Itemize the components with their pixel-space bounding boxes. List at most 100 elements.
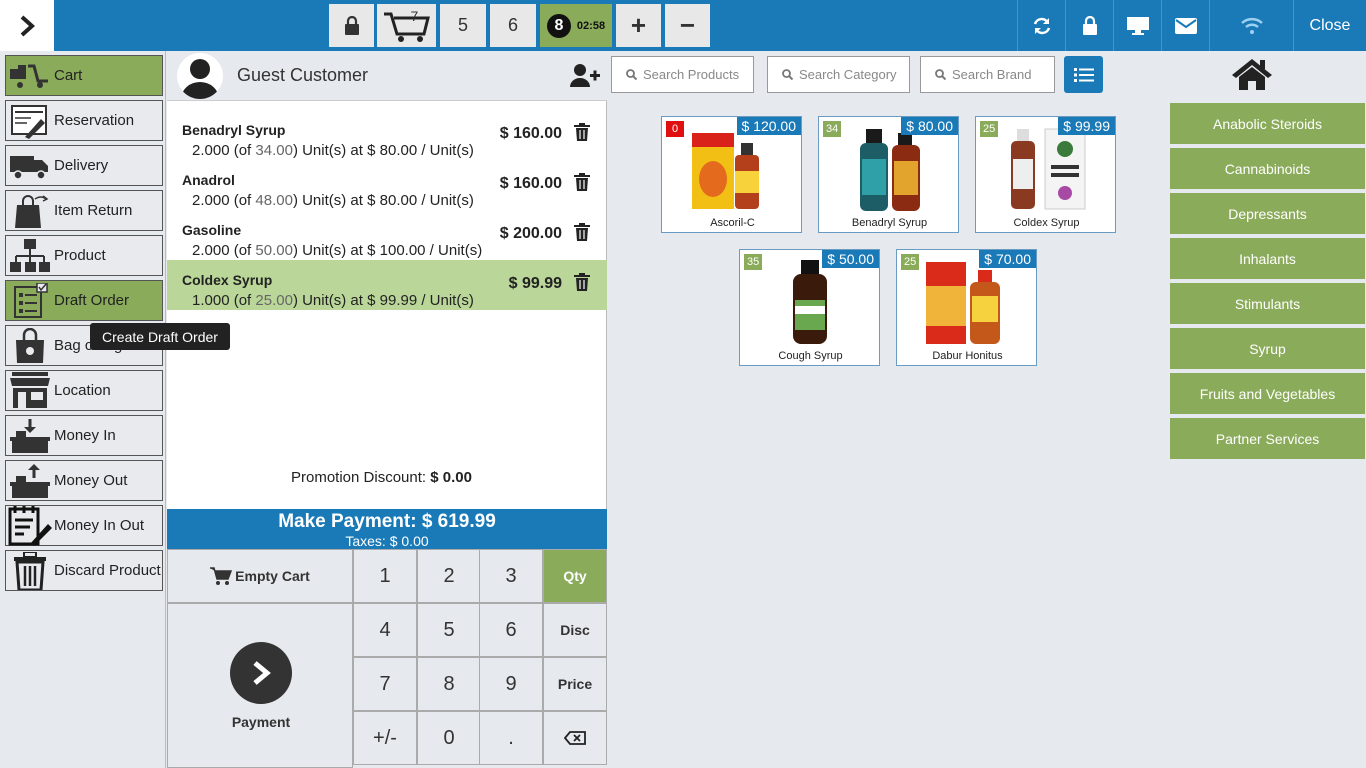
sidebar-item-draft-order[interactable]: Draft Order	[5, 280, 163, 321]
category-stimulants[interactable]: Stimulants	[1170, 283, 1365, 325]
sidebar-item-money-in-out[interactable]: Money In Out	[5, 505, 163, 546]
empty-cart-button[interactable]: Empty Cart	[167, 549, 353, 603]
ticket-8-button[interactable]: 8 02:58	[540, 4, 612, 47]
key-7[interactable]: 7	[353, 657, 417, 711]
category-fruits-and-vegetables[interactable]: Fruits and Vegetables	[1170, 373, 1365, 415]
key-6[interactable]: 6	[479, 603, 543, 657]
payment-button[interactable]: Payment	[167, 603, 353, 768]
search-brand-input[interactable]: Search Brand	[920, 56, 1055, 93]
cart-panel: Guest Customer Benadryl Syrup 2.000 (of …	[167, 51, 607, 768]
product-image	[692, 133, 759, 209]
sidebar-item-discard-product[interactable]: Discard Product	[5, 550, 163, 591]
make-payment-bar[interactable]: Make Payment: $ 619.99 Taxes: $ 0.00	[167, 509, 607, 549]
cart-line[interactable]: Gasoline 2.000 (of 50.00) Unit(s) at $ 1…	[167, 210, 607, 260]
sidebar-item-label: Money In	[54, 427, 116, 444]
avatar[interactable]	[177, 53, 223, 99]
key-3[interactable]: 3	[479, 549, 543, 603]
home-button[interactable]	[1232, 58, 1272, 95]
lock-screen-button[interactable]	[1065, 0, 1113, 51]
add-customer-button[interactable]	[570, 63, 600, 92]
ticket-5-button[interactable]: 5	[440, 4, 486, 47]
money-in-out-icon	[6, 505, 54, 546]
sidebar-item-cart[interactable]: Cart	[5, 55, 163, 96]
product-card-dabur-honitus[interactable]: 25 $ 70.00 Dabur Honitus	[896, 249, 1037, 366]
key-9[interactable]: 9	[479, 657, 543, 711]
key-8[interactable]: 8	[417, 657, 481, 711]
monitor-icon	[1126, 16, 1149, 35]
payment-arrow	[230, 642, 292, 704]
delete-line-button[interactable]	[574, 223, 590, 246]
cart-line[interactable]: Anadrol 2.000 (of 48.00) Unit(s) at $ 80…	[167, 160, 607, 210]
ticket-7-label: 7	[410, 7, 419, 24]
category-partner-services[interactable]: Partner Services	[1170, 418, 1365, 460]
ticket-5-label: 5	[457, 15, 468, 35]
sidebar-item-reservation[interactable]: Reservation	[5, 100, 163, 141]
search-category-input[interactable]: Search Category	[767, 56, 910, 93]
product-hierarchy-icon	[6, 235, 54, 276]
list-view-button[interactable]	[1064, 56, 1103, 93]
ticket-7-button[interactable]: 7	[377, 4, 436, 47]
add-ticket-button[interactable]: +	[616, 4, 661, 47]
search-products-input[interactable]: Search Products	[611, 56, 754, 93]
trash-icon	[574, 273, 590, 291]
price-badge: $ 70.00	[979, 250, 1036, 268]
cart-line-name: Anadrol	[182, 172, 235, 188]
key-plus-minus[interactable]: +/-	[353, 711, 417, 765]
product-card-coldex-syrup[interactable]: 25 $ 99.99 Coldex Syrup	[975, 116, 1116, 233]
customer-name[interactable]: Guest Customer	[237, 65, 368, 86]
cart-icon	[6, 55, 54, 96]
wifi-status-button[interactable]	[1209, 0, 1293, 51]
refresh-button[interactable]	[1017, 0, 1065, 51]
disc-mode-button[interactable]: Disc	[543, 603, 607, 657]
payment-label: Payment	[231, 714, 291, 730]
cart-icon	[383, 12, 430, 42]
key-5[interactable]: 5	[417, 603, 481, 657]
expand-menu-button[interactable]	[0, 0, 55, 51]
remove-ticket-button[interactable]: −	[665, 4, 710, 47]
stock-badge: 35	[744, 254, 763, 270]
ticket-6-button[interactable]: 6	[490, 4, 536, 47]
delete-line-button[interactable]	[574, 273, 590, 296]
category-inhalants[interactable]: Inhalants	[1170, 238, 1365, 280]
promotion-label: Promotion Discount:	[291, 469, 427, 486]
key-0[interactable]: 0	[417, 711, 481, 765]
lock-ticket-button[interactable]	[329, 4, 374, 47]
sidebar-item-money-out[interactable]: Money Out	[5, 460, 163, 501]
product-card-ascoril-c[interactable]: 0 $ 120.00 Ascoril-C	[661, 116, 802, 233]
sidebar-item-location[interactable]: Location	[5, 370, 163, 411]
stock-badge: 25	[980, 121, 999, 137]
key-decimal[interactable]: .	[479, 711, 543, 765]
cart-line-total: $ 99.99	[508, 275, 562, 292]
envelope-icon	[1174, 17, 1197, 34]
customer-display-button[interactable]	[1113, 0, 1161, 51]
customer-bar: Guest Customer	[167, 51, 607, 101]
qty-mode-button[interactable]: Qty	[543, 549, 607, 603]
sidebar-item-label: Location	[54, 382, 111, 399]
product-card-cough-syrup[interactable]: 35 $ 50.00 Cough Syrup	[739, 249, 880, 366]
sidebar-item-delivery[interactable]: Delivery	[5, 145, 163, 186]
home-icon	[1232, 59, 1272, 90]
price-mode-button[interactable]: Price	[543, 657, 607, 711]
sidebar-item-item-return[interactable]: Item Return	[5, 190, 163, 231]
category-depressants[interactable]: Depressants	[1170, 193, 1365, 235]
cart-line-stock: 34.00	[255, 142, 293, 159]
category-anabolic-steroids[interactable]: Anabolic Steroids	[1170, 103, 1365, 145]
message-button[interactable]	[1161, 0, 1209, 51]
sidebar-item-product[interactable]: Product	[5, 235, 163, 276]
cart-line-stock: 48.00	[255, 192, 293, 209]
key-1[interactable]: 1	[353, 549, 417, 603]
category-cannabinoids[interactable]: Cannabinoids	[1170, 148, 1365, 190]
backspace-button[interactable]	[543, 711, 607, 765]
delete-line-button[interactable]	[574, 123, 590, 146]
key-4[interactable]: 4	[353, 603, 417, 657]
wifi-icon	[1240, 17, 1263, 34]
cart-line-selected[interactable]: Coldex Syrup 1.000 (of 25.00) Unit(s) at…	[167, 260, 607, 310]
stock-badge: 25	[901, 254, 920, 270]
sidebar-item-money-in[interactable]: Money In	[5, 415, 163, 456]
key-2[interactable]: 2	[417, 549, 481, 603]
delete-line-button[interactable]	[574, 173, 590, 196]
product-card-benadryl-syrup[interactable]: 34 $ 80.00 Benadryl Syrup	[818, 116, 959, 233]
cart-line[interactable]: Benadryl Syrup 2.000 (of 34.00) Unit(s) …	[167, 110, 607, 160]
category-syrup[interactable]: Syrup	[1170, 328, 1365, 370]
close-button[interactable]: Close	[1293, 0, 1366, 51]
